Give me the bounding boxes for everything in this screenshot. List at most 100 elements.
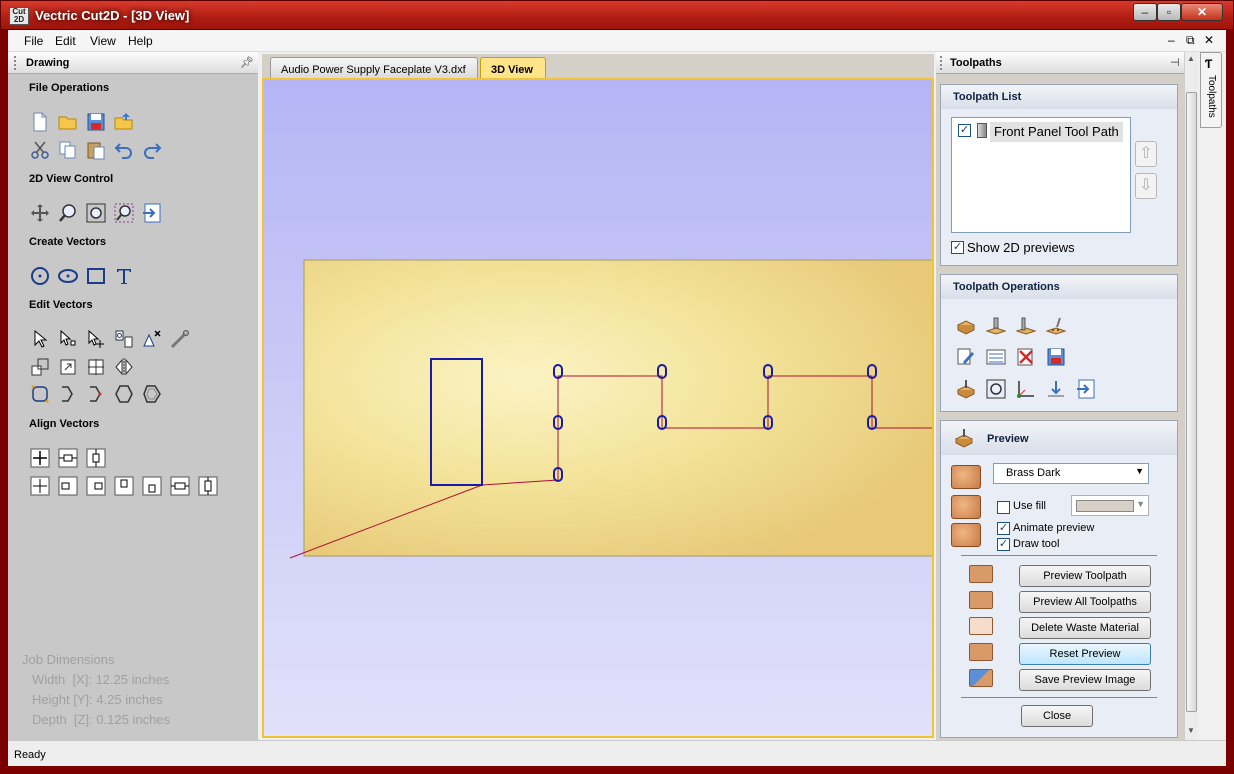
chevron-down-icon: ▼: [1135, 466, 1144, 476]
title-bar[interactable]: Cut 2D Vectric Cut2D - [3D View] ‒ ▫ ✕: [0, 0, 1234, 30]
save-toolpath-icon[interactable]: [1045, 346, 1067, 368]
pin-icon[interactable]: ⊣: [1170, 56, 1180, 69]
menu-file[interactable]: File: [24, 34, 43, 48]
animate-preview-checkbox[interactable]: ✓: [997, 522, 1010, 535]
export-toolpath-icon[interactable]: [1075, 378, 1097, 400]
toolpath-zoom-icon[interactable]: [985, 378, 1007, 400]
mirror-icon[interactable]: [113, 356, 135, 378]
toolpath-operations-box: Toolpath Operations: [940, 274, 1178, 412]
panel-grip[interactable]: [940, 56, 943, 70]
use-fill-checkbox[interactable]: [997, 501, 1010, 514]
close-button[interactable]: Close: [1021, 705, 1093, 727]
new-file-icon[interactable]: [29, 111, 51, 133]
material-setup-icon[interactable]: [955, 315, 977, 337]
delete-waste-material-button[interactable]: Delete Waste Material: [1019, 617, 1151, 639]
ungroup-icon[interactable]: [141, 328, 163, 350]
scroll-up-arrow[interactable]: ▲: [1187, 54, 1195, 63]
move-icon[interactable]: [85, 356, 107, 378]
space-vertical-icon[interactable]: [197, 475, 219, 497]
3d-scene[interactable]: [264, 80, 932, 736]
save-preview-image-button[interactable]: Save Preview Image: [1019, 669, 1151, 691]
align-center-icon[interactable]: [29, 447, 51, 469]
mdi-restore-button[interactable]: ⧉: [1186, 33, 1195, 48]
profile-toolpath-icon[interactable]: [985, 315, 1007, 337]
paste-icon[interactable]: [85, 139, 107, 161]
3d-viewport[interactable]: [262, 78, 934, 738]
edit-toolpath-icon[interactable]: [955, 346, 977, 368]
join-icon[interactable]: [113, 383, 135, 405]
toolpath-checkbox[interactable]: ✓: [958, 124, 971, 137]
move-up-button[interactable]: ⇧: [1135, 141, 1157, 167]
transform-icon[interactable]: [85, 328, 107, 350]
maximize-button[interactable]: ▫: [1157, 3, 1181, 21]
offset-icon[interactable]: [141, 383, 163, 405]
toolpath-list[interactable]: ✓ Front Panel Tool Path: [951, 117, 1131, 233]
mdi-close-button[interactable]: ✕: [1204, 33, 1214, 47]
import-file-icon[interactable]: [113, 111, 135, 133]
undo-icon[interactable]: [113, 139, 135, 161]
trim-icon[interactable]: [57, 383, 79, 405]
tab-dxf-file[interactable]: Audio Power Supply Faceplate V3.dxf: [270, 57, 478, 79]
redo-icon[interactable]: [141, 139, 163, 161]
menu-view[interactable]: View: [90, 34, 116, 48]
measure-icon[interactable]: [169, 328, 191, 350]
zoom-extents-icon[interactable]: [85, 202, 107, 224]
drilling-toolpath-icon[interactable]: [1045, 315, 1067, 337]
align-right-icon[interactable]: [85, 475, 107, 497]
preview-all-toolpaths-button[interactable]: Preview All Toolpaths: [1019, 591, 1151, 613]
job-origin-icon[interactable]: [1015, 378, 1037, 400]
draw-tool-checkbox[interactable]: ✓: [997, 538, 1010, 551]
fillet-icon[interactable]: [29, 383, 51, 405]
extend-icon[interactable]: [85, 383, 107, 405]
switch-view-icon[interactable]: [141, 202, 163, 224]
circle-tool-icon[interactable]: [29, 265, 51, 287]
scroll-thumb[interactable]: [1186, 92, 1197, 712]
open-file-icon[interactable]: [57, 111, 79, 133]
align-center-page-icon[interactable]: [29, 475, 51, 497]
menu-help[interactable]: Help: [128, 34, 153, 48]
toolpaths-scrollbar[interactable]: ▲ ▼: [1184, 52, 1198, 740]
move-down-button[interactable]: ⇩: [1135, 173, 1157, 199]
align-horizontal-center-icon[interactable]: [57, 447, 79, 469]
mdi-minimize-button[interactable]: –: [1168, 33, 1175, 47]
delete-toolpath-icon[interactable]: [1015, 346, 1037, 368]
fill-color-select[interactable]: ▼: [1071, 495, 1149, 516]
scale-icon[interactable]: [29, 356, 51, 378]
rotate-icon[interactable]: [57, 356, 79, 378]
tab-3d-view[interactable]: 3D View: [480, 57, 546, 79]
zoom-selection-icon[interactable]: [113, 202, 135, 224]
align-left-icon[interactable]: [57, 475, 79, 497]
toolpath-template-icon[interactable]: [985, 346, 1007, 368]
toolpaths-side-tab[interactable]: Ƭ Toolpaths: [1200, 52, 1222, 128]
select-icon[interactable]: [29, 328, 51, 350]
preview-toolpath-button[interactable]: Preview Toolpath: [1019, 565, 1151, 587]
save-file-icon[interactable]: [85, 111, 107, 133]
show-2d-previews-checkbox[interactable]: ✓: [951, 241, 964, 254]
cut-icon[interactable]: [29, 139, 51, 161]
menu-edit[interactable]: Edit: [55, 34, 76, 48]
toolpath-name[interactable]: Front Panel Tool Path: [990, 122, 1123, 142]
scroll-down-arrow[interactable]: ▼: [1187, 726, 1195, 735]
z-zero-icon[interactable]: [1045, 378, 1067, 400]
zoom-icon[interactable]: [57, 202, 79, 224]
ellipse-tool-icon[interactable]: [57, 265, 79, 287]
pocket-toolpath-icon[interactable]: [1015, 315, 1037, 337]
reset-preview-button[interactable]: Reset Preview: [1019, 643, 1151, 665]
close-window-button[interactable]: ✕: [1181, 3, 1223, 21]
rectangle-tool-icon[interactable]: [85, 265, 107, 287]
material-select[interactable]: Brass Dark ▼: [993, 463, 1149, 484]
group-icon[interactable]: [113, 328, 135, 350]
space-horizontal-icon[interactable]: [169, 475, 191, 497]
toolpath-preview-icon[interactable]: [955, 378, 977, 400]
align-top-icon[interactable]: [113, 475, 135, 497]
copy-icon[interactable]: [57, 139, 79, 161]
list-item[interactable]: ✓ Front Panel Tool Path: [956, 122, 1126, 142]
pan-icon[interactable]: [29, 202, 51, 224]
align-bottom-icon[interactable]: [141, 475, 163, 497]
pin-icon[interactable]: 📌︎: [240, 56, 254, 69]
panel-grip[interactable]: [14, 56, 17, 70]
align-vertical-center-icon[interactable]: [85, 447, 107, 469]
minimize-button[interactable]: ‒: [1133, 3, 1157, 21]
text-tool-icon[interactable]: [113, 265, 135, 287]
node-edit-icon[interactable]: [57, 328, 79, 350]
